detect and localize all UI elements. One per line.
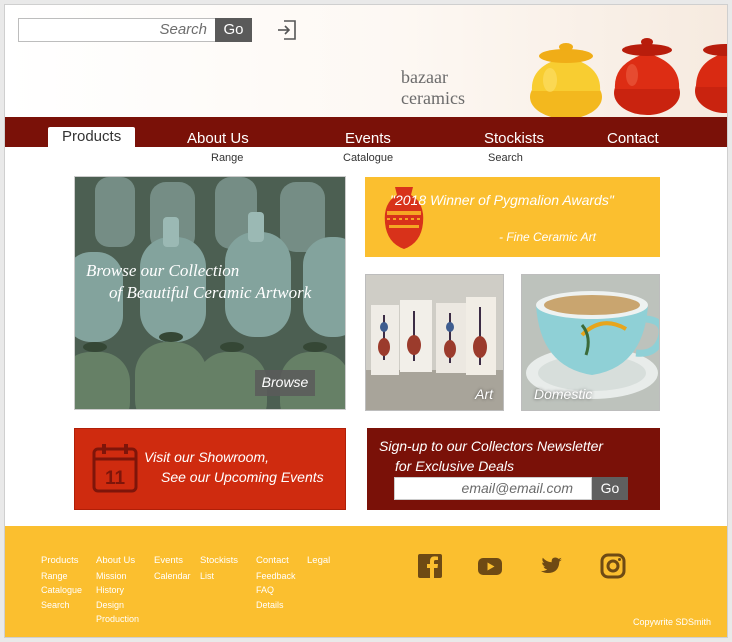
search-button[interactable]: Go	[215, 18, 252, 42]
ceramic-pots-image	[530, 38, 727, 117]
showroom-line1: Visit our Showroom,	[144, 449, 270, 465]
subnav-search[interactable]: Search	[488, 152, 523, 164]
calendar-icon: 11	[92, 444, 138, 493]
footer-link-products[interactable]: Products	[41, 554, 82, 569]
showroom-events-panel[interactable]: 11 Visit our Showroom, See our Upcoming …	[74, 428, 346, 510]
brand-line1: bazaar	[401, 67, 448, 87]
sign-in-icon[interactable]	[275, 18, 299, 42]
footer-link-list[interactable]: List	[200, 569, 238, 584]
footer-link-history[interactable]: History	[96, 583, 139, 598]
footer-link-calendar[interactable]: Calendar	[154, 569, 191, 584]
award-banner: "2018 Winner of Pygmalion Awards" - Fine…	[365, 177, 660, 257]
subnav-catalogue[interactable]: Catalogue	[343, 152, 393, 164]
nav-about-us[interactable]: About Us	[187, 130, 249, 147]
footer-link-production[interactable]: Production	[96, 612, 139, 627]
footer-col-contact: Contact Feedback FAQ Details	[256, 554, 296, 612]
art-label: Art	[475, 386, 493, 402]
subnav-range[interactable]: Range	[211, 152, 243, 164]
footer-link-stockists[interactable]: Stockists	[200, 554, 238, 569]
newsletter-subheading: for Exclusive Deals	[395, 458, 515, 474]
search-input[interactable]: Search	[18, 18, 216, 42]
domestic-label: Domestic	[534, 386, 593, 402]
footer-link-mission[interactable]: Mission	[96, 569, 139, 584]
footer-col-events: Events Calendar	[154, 554, 191, 583]
hero-heading-line1: Browse our Collection	[86, 261, 240, 280]
footer-col-stockists: Stockists List	[200, 554, 238, 583]
footer: Products Range Catalogue Search About Us…	[5, 526, 727, 637]
award-subtitle: - Fine Ceramic Art	[499, 230, 596, 244]
page: Search Go bazaar ceramics Products About…	[4, 4, 728, 638]
nav-contact[interactable]: Contact	[607, 130, 659, 147]
nav-products[interactable]: Products	[48, 127, 136, 147]
footer-link-contact[interactable]: Contact	[256, 554, 296, 569]
browse-collection-panel[interactable]: Browse our Collection of Beautiful Ceram…	[74, 176, 346, 410]
footer-link-catalogue[interactable]: Catalogue	[41, 583, 82, 598]
footer-col-about: About Us Mission History Design Producti…	[96, 554, 139, 627]
footer-col-products: Products Range Catalogue Search	[41, 554, 82, 612]
footer-col-legal: Legal	[307, 554, 330, 569]
footer-link-events[interactable]: Events	[154, 554, 191, 569]
newsletter-submit-button[interactable]: Go	[592, 477, 628, 500]
domestic-tile[interactable]: Domestic	[521, 274, 660, 411]
brand-logo[interactable]: bazaar ceramics	[401, 67, 465, 109]
twitter-icon[interactable]	[538, 553, 564, 579]
youtube-icon[interactable]	[477, 553, 503, 579]
award-title: "2018 Winner of Pygmalion Awards"	[390, 192, 614, 208]
newsletter-panel: Sign-up to our Collectors Newsletter for…	[367, 428, 660, 510]
footer-link-legal[interactable]: Legal	[307, 554, 330, 569]
instagram-icon[interactable]	[600, 553, 626, 579]
footer-link-faq[interactable]: FAQ	[256, 583, 296, 598]
footer-link-design[interactable]: Design	[96, 598, 139, 613]
nav-events[interactable]: Events	[345, 130, 391, 147]
footer-link-feedback[interactable]: Feedback	[256, 569, 296, 584]
footer-link-search[interactable]: Search	[41, 598, 82, 613]
newsletter-heading: Sign-up to our Collectors Newsletter	[379, 438, 604, 454]
copyright-text: Copywrite SDSmith	[632, 617, 711, 627]
email-input[interactable]: email@email.com	[394, 477, 592, 500]
main-nav: Products About Us Events Stockists Conta…	[5, 117, 727, 147]
footer-link-about-us[interactable]: About Us	[96, 554, 139, 569]
nav-stockists[interactable]: Stockists	[484, 130, 544, 147]
footer-link-details[interactable]: Details	[256, 598, 296, 613]
header: Search Go bazaar ceramics	[5, 5, 727, 117]
brand-line2: ceramics	[401, 88, 465, 108]
footer-link-range[interactable]: Range	[41, 569, 82, 584]
hero-heading-line2: of Beautiful Ceramic Artwork	[109, 283, 312, 302]
showroom-line2: See our Upcoming Events	[161, 469, 324, 485]
browse-button[interactable]: Browse	[255, 370, 315, 396]
calendar-day: 11	[105, 468, 126, 489]
art-tile[interactable]: Art	[365, 274, 504, 411]
facebook-icon[interactable]	[417, 553, 443, 579]
